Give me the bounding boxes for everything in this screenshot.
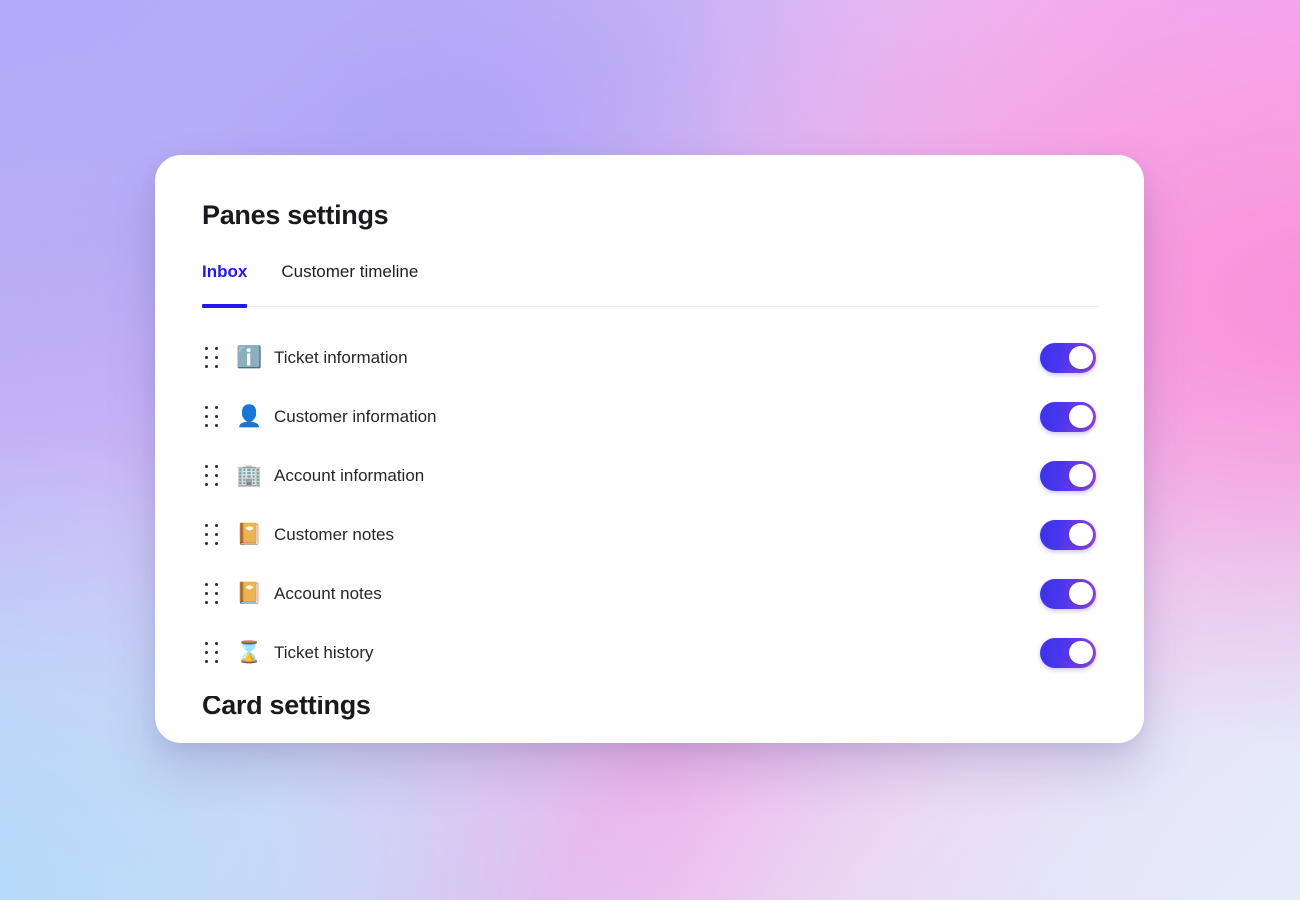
toggle-knob [1069,345,1093,370]
panes-settings-card: Panes settings Inbox Customer timeline ℹ… [155,155,1144,743]
page-title: Panes settings [202,200,389,230]
drag-handle-icon[interactable] [202,464,222,488]
drag-handle-icon[interactable] [202,523,222,547]
toggle-customer-information[interactable] [1040,401,1096,432]
pane-label: Ticket history [274,642,374,662]
pane-label: Customer information [274,406,437,426]
card-content: Panes settings Inbox Customer timeline ℹ… [155,155,1144,720]
tab-customer-timeline[interactable]: Customer timeline [281,262,418,306]
information-icon: ℹ️ [236,346,263,369]
notebook-icon: 📔 [236,582,263,605]
tab-inbox[interactable]: Inbox [202,262,248,308]
toggle-account-notes[interactable] [1040,578,1096,609]
person-icon: 👤 [236,405,263,428]
pane-row-ticket-history: ⌛ Ticket history [202,623,1099,682]
hourglass-icon: ⌛ [236,641,263,664]
toggle-ticket-history[interactable] [1040,637,1096,668]
drag-handle-icon[interactable] [202,641,222,665]
pane-row-account-notes: 📔 Account notes [202,564,1099,623]
pane-label: Ticket information [274,347,408,367]
next-section-heading-clipped: Card settings [202,696,1099,720]
toggle-knob [1069,581,1093,606]
pane-label: Account notes [274,583,382,603]
pane-row-customer-information: 👤 Customer information [202,387,1099,446]
next-section-title: Card settings [202,696,371,720]
panes-list: ℹ️ Ticket information 👤 Customer informa… [202,328,1099,682]
pane-label: Account information [274,465,425,485]
notebook-icon: 📔 [236,523,263,546]
pane-row-account-information: 🏢 Account information [202,446,1099,505]
toggle-knob [1069,463,1093,488]
tab-bar: Inbox Customer timeline [202,262,1099,308]
toggle-customer-notes[interactable] [1040,519,1096,550]
toggle-knob [1069,522,1093,547]
pane-label: Customer notes [274,524,394,544]
toggle-knob [1069,640,1093,665]
toggle-ticket-information[interactable] [1040,342,1096,373]
drag-handle-icon[interactable] [202,405,222,429]
drag-handle-icon[interactable] [202,346,222,370]
pane-row-customer-notes: 📔 Customer notes [202,505,1099,564]
drag-handle-icon[interactable] [202,582,222,606]
office-building-icon: 🏢 [236,464,263,487]
toggle-account-information[interactable] [1040,460,1096,491]
toggle-knob [1069,404,1093,429]
pane-row-ticket-information: ℹ️ Ticket information [202,328,1099,387]
